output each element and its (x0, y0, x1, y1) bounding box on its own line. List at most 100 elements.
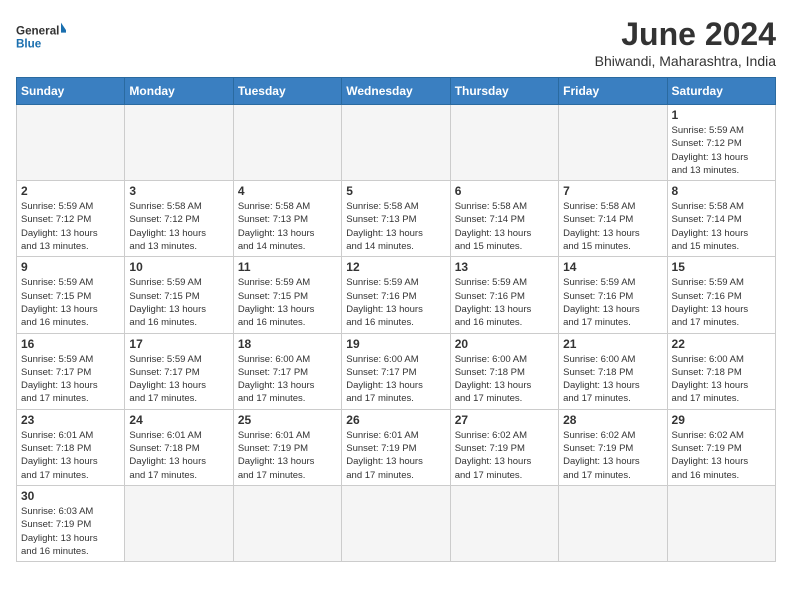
day-sun-info: Sunrise: 5:58 AMSunset: 7:14 PMDaylight:… (672, 200, 771, 253)
day-number: 3 (129, 184, 228, 198)
calendar-cell: 21Sunrise: 6:00 AMSunset: 7:18 PMDayligh… (559, 333, 667, 409)
day-number: 25 (238, 413, 337, 427)
calendar-cell (559, 105, 667, 181)
day-sun-info: Sunrise: 5:58 AMSunset: 7:14 PMDaylight:… (563, 200, 662, 253)
day-number: 19 (346, 337, 445, 351)
page-header: General Blue June 2024 Bhiwandi, Maharas… (16, 16, 776, 69)
day-sun-info: Sunrise: 6:00 AMSunset: 7:18 PMDaylight:… (672, 353, 771, 406)
day-sun-info: Sunrise: 6:02 AMSunset: 7:19 PMDaylight:… (455, 429, 554, 482)
calendar-cell: 10 Sunrise: 5:59 AMSunset: 7:15 PMDayligh… (125, 257, 233, 333)
calendar-cell: 30Sunrise: 6:03 AMSunset: 7:19 PMDayligh… (17, 485, 125, 561)
calendar-cell (450, 485, 558, 561)
calendar-cell: 4 Sunrise: 5:58 AMSunset: 7:13 PMDaylight… (233, 181, 341, 257)
calendar-cell: 29 Sunrise: 6:02 AMSunset: 7:19 PMDayligh… (667, 409, 775, 485)
day-number: 24 (129, 413, 228, 427)
day-sun-info: Sunrise: 5:59 AMSunset: 7:15 PMDaylight:… (129, 276, 228, 329)
location-label: Bhiwandi, Maharashtra, India (595, 53, 776, 69)
calendar-cell (233, 485, 341, 561)
day-sun-info: Sunrise: 6:00 AMSunset: 7:17 PMDaylight:… (346, 353, 445, 406)
calendar-cell (125, 485, 233, 561)
calendar-cell: 24 Sunrise: 6:01 AMSunset: 7:18 PMDayligh… (125, 409, 233, 485)
day-sun-info: Sunrise: 6:00 AMSunset: 7:18 PMDaylight:… (455, 353, 554, 406)
calendar-cell (342, 485, 450, 561)
calendar-cell (233, 105, 341, 181)
day-number: 23 (21, 413, 120, 427)
weekday-header-friday: Friday (559, 78, 667, 105)
day-sun-info: Sunrise: 5:58 AMSunset: 7:13 PMDaylight:… (238, 200, 337, 253)
calendar-cell: 18 Sunrise: 6:00 AMSunset: 7:17 PMDayligh… (233, 333, 341, 409)
calendar-week-row: 9 Sunrise: 5:59 AMSunset: 7:15 PMDaylight… (17, 257, 776, 333)
day-number: 27 (455, 413, 554, 427)
calendar-cell: 12Sunrise: 5:59 AMSunset: 7:16 PMDayligh… (342, 257, 450, 333)
calendar-cell: 22 Sunrise: 6:00 AMSunset: 7:18 PMDayligh… (667, 333, 775, 409)
day-number: 12 (346, 260, 445, 274)
day-number: 15 (672, 260, 771, 274)
svg-text:Blue: Blue (16, 38, 42, 51)
calendar-week-row: 16 Sunrise: 5:59 AMSunset: 7:17 PMDayligh… (17, 333, 776, 409)
weekday-header-sunday: Sunday (17, 78, 125, 105)
day-number: 18 (238, 337, 337, 351)
logo-svg: General Blue (16, 16, 66, 56)
day-number: 16 (21, 337, 120, 351)
calendar-cell: 5Sunrise: 5:58 AMSunset: 7:13 PMDaylight… (342, 181, 450, 257)
day-number: 8 (672, 184, 771, 198)
day-sun-info: Sunrise: 6:02 AMSunset: 7:19 PMDaylight:… (672, 429, 771, 482)
calendar-cell (17, 105, 125, 181)
day-sun-info: Sunrise: 5:59 AMSunset: 7:15 PMDaylight:… (21, 276, 120, 329)
day-sun-info: Sunrise: 6:01 AMSunset: 7:18 PMDaylight:… (21, 429, 120, 482)
calendar-cell: 19 Sunrise: 6:00 AMSunset: 7:17 PMDayligh… (342, 333, 450, 409)
calendar-cell: 27 Sunrise: 6:02 AMSunset: 7:19 PMDayligh… (450, 409, 558, 485)
day-number: 2 (21, 184, 120, 198)
day-number: 7 (563, 184, 662, 198)
day-number: 26 (346, 413, 445, 427)
day-number: 10 (129, 260, 228, 274)
weekday-header-wednesday: Wednesday (342, 78, 450, 105)
calendar-cell: 1 Sunrise: 5:59 AMSunset: 7:12 PMDaylight… (667, 105, 775, 181)
weekday-header-thursday: Thursday (450, 78, 558, 105)
day-number: 4 (238, 184, 337, 198)
day-sun-info: Sunrise: 5:59 AMSunset: 7:12 PMDaylight:… (672, 124, 771, 177)
day-sun-info: Sunrise: 6:02 AMSunset: 7:19 PMDaylight:… (563, 429, 662, 482)
day-sun-info: Sunrise: 5:59 AMSunset: 7:17 PMDaylight:… (21, 353, 120, 406)
day-sun-info: Sunrise: 5:59 AMSunset: 7:17 PMDaylight:… (129, 353, 228, 406)
day-number: 13 (455, 260, 554, 274)
day-sun-info: Sunrise: 6:01 AMSunset: 7:18 PMDaylight:… (129, 429, 228, 482)
calendar-cell: 15 Sunrise: 5:59 AMSunset: 7:16 PMDayligh… (667, 257, 775, 333)
day-number: 29 (672, 413, 771, 427)
calendar-table: SundayMondayTuesdayWednesdayThursdayFrid… (16, 77, 776, 562)
weekday-header-row: SundayMondayTuesdayWednesdayThursdayFrid… (17, 78, 776, 105)
calendar-cell: 3 Sunrise: 5:58 AMSunset: 7:12 PMDaylight… (125, 181, 233, 257)
weekday-header-monday: Monday (125, 78, 233, 105)
day-sun-info: Sunrise: 5:58 AMSunset: 7:12 PMDaylight:… (129, 200, 228, 253)
calendar-cell: 13Sunrise: 5:59 AMSunset: 7:16 PMDayligh… (450, 257, 558, 333)
day-number: 9 (21, 260, 120, 274)
calendar-week-row: 2Sunrise: 5:59 AMSunset: 7:12 PMDaylight… (17, 181, 776, 257)
title-block: June 2024 Bhiwandi, Maharashtra, India (595, 16, 776, 69)
month-year-title: June 2024 (595, 16, 776, 53)
day-number: 1 (672, 108, 771, 122)
weekday-header-tuesday: Tuesday (233, 78, 341, 105)
day-sun-info: Sunrise: 6:01 AMSunset: 7:19 PMDaylight:… (238, 429, 337, 482)
day-number: 30 (21, 489, 120, 503)
calendar-cell (342, 105, 450, 181)
calendar-cell: 2Sunrise: 5:59 AMSunset: 7:12 PMDaylight… (17, 181, 125, 257)
calendar-cell: 28 Sunrise: 6:02 AMSunset: 7:19 PMDayligh… (559, 409, 667, 485)
calendar-cell: 17Sunrise: 5:59 AMSunset: 7:17 PMDayligh… (125, 333, 233, 409)
calendar-cell: 25 Sunrise: 6:01 AMSunset: 7:19 PMDayligh… (233, 409, 341, 485)
day-sun-info: Sunrise: 5:59 AMSunset: 7:16 PMDaylight:… (672, 276, 771, 329)
day-sun-info: Sunrise: 5:58 AMSunset: 7:13 PMDaylight:… (346, 200, 445, 253)
calendar-cell (125, 105, 233, 181)
day-number: 28 (563, 413, 662, 427)
calendar-cell: 6Sunrise: 5:58 AMSunset: 7:14 PMDaylight… (450, 181, 558, 257)
calendar-cell: 8 Sunrise: 5:58 AMSunset: 7:14 PMDaylight… (667, 181, 775, 257)
day-sun-info: Sunrise: 6:00 AMSunset: 7:17 PMDaylight:… (238, 353, 337, 406)
calendar-cell (450, 105, 558, 181)
calendar-cell: 7 Sunrise: 5:58 AMSunset: 7:14 PMDaylight… (559, 181, 667, 257)
calendar-cell: 20Sunrise: 6:00 AMSunset: 7:18 PMDayligh… (450, 333, 558, 409)
day-sun-info: Sunrise: 5:59 AMSunset: 7:16 PMDaylight:… (563, 276, 662, 329)
calendar-week-row: 1 Sunrise: 5:59 AMSunset: 7:12 PMDaylight… (17, 105, 776, 181)
svg-text:General: General (16, 24, 59, 37)
calendar-cell: 23 Sunrise: 6:01 AMSunset: 7:18 PMDayligh… (17, 409, 125, 485)
day-number: 22 (672, 337, 771, 351)
calendar-cell (667, 485, 775, 561)
